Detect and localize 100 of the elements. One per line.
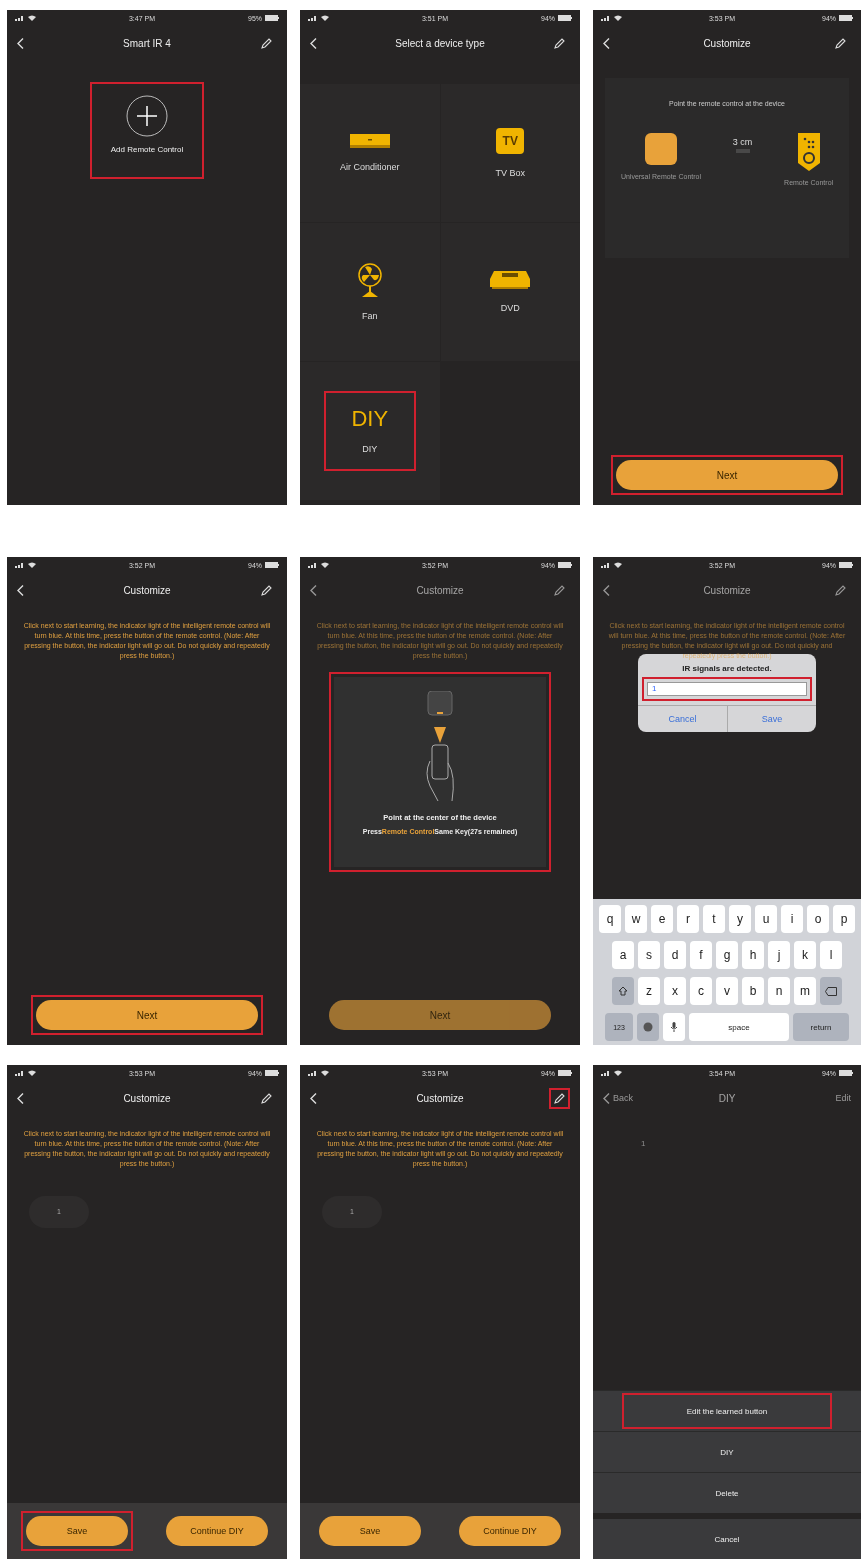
keyboard-key[interactable]: m bbox=[794, 977, 816, 1005]
battery-icon bbox=[558, 15, 572, 21]
keyboard-key[interactable]: i bbox=[781, 905, 803, 933]
edit-icon[interactable] bbox=[835, 584, 846, 596]
device-tile[interactable]: Fan bbox=[300, 223, 440, 361]
tv-icon: TV bbox=[496, 128, 525, 154]
keyboard-key[interactable]: k bbox=[794, 941, 816, 969]
wifi-icon bbox=[28, 1070, 36, 1076]
screen-title: DIY bbox=[717, 1092, 737, 1104]
wifi-icon bbox=[321, 1070, 329, 1076]
edit-icon[interactable] bbox=[261, 37, 272, 49]
battery-icon bbox=[839, 1070, 853, 1076]
edit-link[interactable]: Edit bbox=[835, 1093, 851, 1103]
edit-icon[interactable] bbox=[554, 1092, 565, 1104]
device-label: Fan bbox=[362, 311, 378, 321]
edit-icon[interactable] bbox=[554, 584, 565, 596]
keyboard-key[interactable]: s bbox=[638, 941, 660, 969]
device-tile[interactable]: DIY DIY bbox=[300, 362, 440, 500]
device-tile[interactable]: DVD bbox=[440, 223, 580, 361]
fan-icon bbox=[356, 263, 383, 297]
back-icon[interactable] bbox=[310, 584, 317, 596]
keyboard-key[interactable]: v bbox=[716, 977, 738, 1005]
action-sheet-item[interactable]: Cancel bbox=[627, 1526, 827, 1552]
keyboard-key[interactable]: c bbox=[690, 977, 712, 1005]
next-button[interactable]: Next bbox=[616, 460, 838, 490]
back-icon[interactable] bbox=[310, 37, 317, 49]
keyboard-key[interactable]: a bbox=[612, 941, 634, 969]
back-link[interactable]: Back bbox=[613, 1093, 633, 1103]
back-icon[interactable] bbox=[603, 1092, 610, 1104]
keyboard-key[interactable]: p bbox=[833, 905, 855, 933]
keyboard-key[interactable]: b bbox=[742, 977, 764, 1005]
battery-icon bbox=[265, 562, 279, 568]
battery-icon bbox=[839, 15, 853, 21]
action-sheet-item[interactable]: Edit the learned button bbox=[627, 1398, 827, 1424]
keyboard-key[interactable]: n bbox=[768, 977, 790, 1005]
edit-icon[interactable] bbox=[261, 1092, 272, 1104]
screen-title: Customize bbox=[415, 1092, 465, 1104]
microphone-icon bbox=[671, 1022, 677, 1032]
wifi-icon bbox=[28, 562, 36, 568]
keyboard-key[interactable]: t bbox=[703, 905, 725, 933]
back-icon[interactable] bbox=[17, 37, 24, 49]
battery-icon bbox=[839, 562, 853, 568]
save-button[interactable]: Save bbox=[319, 1516, 421, 1546]
back-icon[interactable] bbox=[310, 1092, 317, 1104]
back-icon[interactable] bbox=[603, 37, 610, 49]
battery-icon bbox=[265, 15, 279, 21]
keyboard-key[interactable]: o bbox=[807, 905, 829, 933]
keyboard-key[interactable]: e bbox=[651, 905, 673, 933]
keyboard-key[interactable]: z bbox=[638, 977, 660, 1005]
keyboard-key[interactable]: h bbox=[742, 941, 764, 969]
keyboard-key[interactable]: u bbox=[755, 905, 777, 933]
signal-icon bbox=[601, 15, 611, 21]
distance-label: 3 cm bbox=[732, 137, 753, 147]
edit-icon[interactable] bbox=[554, 37, 565, 49]
back-icon[interactable] bbox=[17, 584, 24, 596]
signal-icon bbox=[308, 15, 318, 21]
device-tile[interactable]: Air Conditioner bbox=[300, 84, 440, 222]
signal-icon bbox=[15, 15, 25, 21]
action-sheet-item[interactable]: DIY bbox=[627, 1439, 827, 1465]
wifi-icon bbox=[614, 15, 622, 21]
microphone-key[interactable] bbox=[663, 1013, 685, 1041]
keyboard-key[interactable]: w bbox=[625, 905, 647, 933]
battery-icon bbox=[265, 1070, 279, 1076]
space-key[interactable]: space bbox=[689, 1013, 789, 1041]
continue-diy-button[interactable]: Continue DIY bbox=[166, 1516, 268, 1546]
device-tile[interactable]: TV TV Box bbox=[440, 84, 580, 222]
next-button[interactable]: Next bbox=[36, 1000, 258, 1030]
keyboard-key[interactable]: y bbox=[729, 905, 751, 933]
next-button[interactable]: Next bbox=[329, 1000, 551, 1030]
keyboard-key[interactable]: x bbox=[664, 977, 686, 1005]
signal-icon bbox=[601, 1070, 611, 1076]
keyboard-key[interactable]: l bbox=[820, 941, 842, 969]
device-label: DVD bbox=[500, 303, 520, 313]
keyboard-key[interactable]: r bbox=[677, 905, 699, 933]
edit-icon[interactable] bbox=[835, 37, 846, 49]
name-input-field[interactable]: 1 bbox=[647, 681, 807, 696]
dvd-player-icon bbox=[490, 271, 531, 289]
continue-diy-button[interactable]: Continue DIY bbox=[459, 1516, 561, 1546]
shift-icon bbox=[618, 986, 628, 996]
backspace-icon bbox=[825, 986, 837, 996]
hub-device-icon bbox=[644, 133, 677, 165]
screen-title: Customize bbox=[702, 584, 752, 596]
return-key[interactable]: return bbox=[793, 1013, 849, 1041]
keyboard-key[interactable]: q bbox=[599, 905, 621, 933]
delete-key[interactable] bbox=[820, 977, 842, 1005]
diy-icon: DIY bbox=[351, 408, 389, 430]
action-sheet-item[interactable]: Delete bbox=[627, 1480, 827, 1506]
wifi-icon bbox=[321, 15, 329, 21]
add-remote-button[interactable]: Add Remote Control bbox=[95, 87, 199, 174]
back-icon[interactable] bbox=[17, 1092, 24, 1104]
screen-title: Customize bbox=[122, 1092, 172, 1104]
screen-title: Customize bbox=[702, 37, 752, 49]
save-button[interactable]: Save bbox=[26, 1516, 128, 1546]
keyboard-key[interactable]: j bbox=[768, 941, 790, 969]
back-icon[interactable] bbox=[603, 584, 610, 596]
screen-title: Smart IR 4 bbox=[122, 37, 172, 49]
edit-icon[interactable] bbox=[261, 584, 272, 596]
keyboard-key[interactable]: f bbox=[690, 941, 712, 969]
keyboard-key[interactable]: d bbox=[664, 941, 686, 969]
keyboard-key[interactable]: g bbox=[716, 941, 738, 969]
